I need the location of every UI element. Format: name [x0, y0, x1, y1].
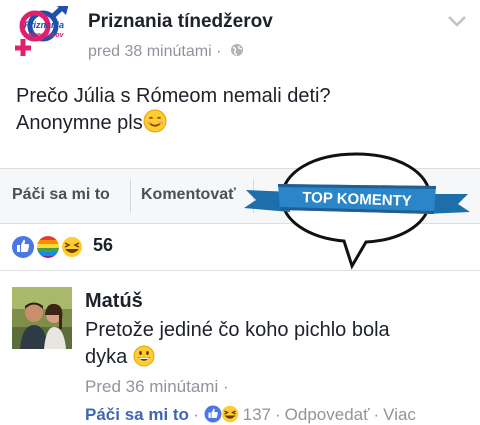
chevron-down-icon[interactable]: [446, 14, 468, 28]
avatar-logo-subtext: tínedžerov: [28, 32, 64, 39]
comment-button[interactable]: Komentovať: [141, 186, 236, 204]
comment-like-button[interactable]: Páči sa mi to: [85, 405, 189, 424]
section-divider: [0, 270, 480, 271]
like-reaction-icon: [11, 235, 35, 259]
post-text-line-1: Prečo Júlia s Rómeom nemali deti?: [16, 85, 331, 107]
comment-author-avatar[interactable]: [12, 287, 72, 349]
reactions-summary[interactable]: [10, 232, 90, 262]
post-text-line-2: Anonymne pls: [16, 109, 466, 140]
top-comments-badge: TOP KOMENTY: [232, 150, 480, 270]
comment-text-line-2: dyka: [85, 344, 475, 375]
comment-text-word: dyka: [85, 346, 128, 368]
globe-icon: [230, 43, 244, 62]
like-reaction-icon: [203, 404, 223, 424]
post-body: Prečo Júlia s Rómeom nemali deti? Anonym…: [16, 84, 466, 140]
post-text-anon: Anonymne pls: [16, 112, 143, 134]
haha-reaction-icon: [219, 404, 240, 424]
post-meta: pred 38 minútami ·: [88, 43, 244, 62]
grinning-face-emoji-icon: [133, 345, 155, 375]
post-time[interactable]: pred 38 minútami: [88, 43, 212, 60]
reaction-count[interactable]: 56: [93, 235, 113, 256]
comment-reply-button[interactable]: Odpovedať: [285, 405, 370, 424]
comment-actions: Páči sa mi to · 137 · Odpovedať · Viac: [85, 404, 416, 425]
comment-reactions[interactable]: [203, 404, 243, 425]
post-header: Priznania tínedžerov Priznania tínedžero…: [0, 0, 480, 72]
action-divider: [130, 179, 131, 213]
separator: ·: [274, 405, 281, 424]
meta-separator: ·: [216, 43, 222, 60]
comment-text-line-1: Pretože jediné čo koho pichlo bola: [85, 319, 390, 341]
avatar-logo-text: Priznania: [24, 20, 64, 30]
comment-time: Pred 36 minútami ·: [85, 377, 229, 397]
separator: ·: [192, 405, 199, 424]
separator: ·: [373, 405, 380, 424]
comment-text: Pretože jediné čo koho pichlo bola dyka: [85, 317, 475, 375]
comment-more-button[interactable]: Viac: [383, 405, 416, 424]
page-name[interactable]: Priznania tínedžerov: [88, 11, 273, 33]
comment-reaction-count[interactable]: 137: [243, 405, 271, 424]
pride-reaction-icon: [36, 235, 60, 259]
haha-reaction-icon: [60, 235, 84, 259]
smiling-face-emoji-icon: [143, 109, 167, 140]
comment-author[interactable]: Matúš: [85, 290, 143, 313]
comment-timestamp[interactable]: Pred 36 minútami: [85, 377, 218, 396]
time-separator: ·: [222, 377, 229, 396]
like-button[interactable]: Páči sa mi to: [12, 186, 110, 204]
page-avatar[interactable]: Priznania tínedžerov: [13, 3, 73, 58]
